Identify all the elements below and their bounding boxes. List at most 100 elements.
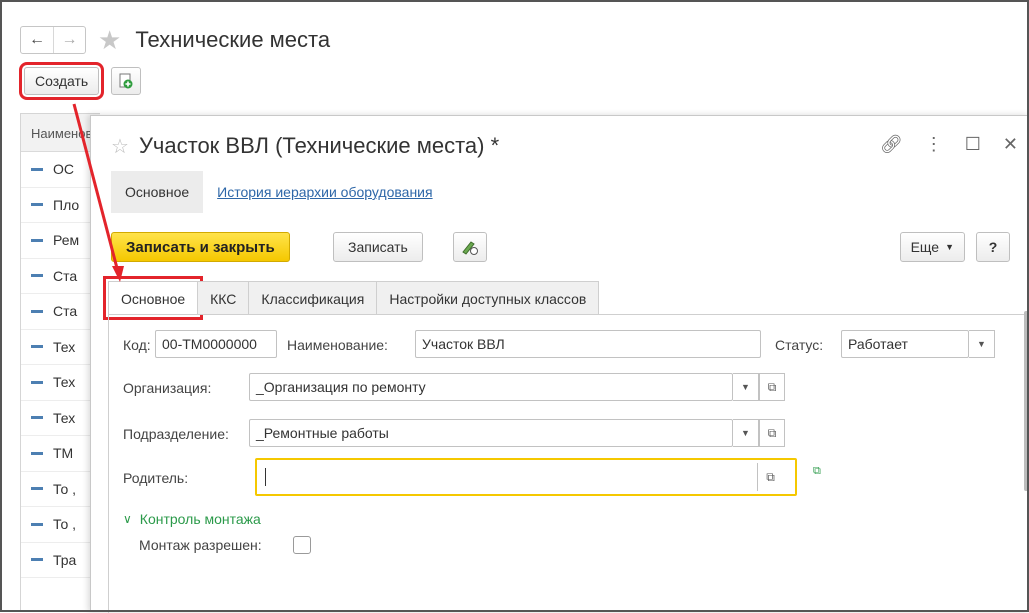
- create-folder-button[interactable]: [111, 67, 142, 95]
- code-field[interactable]: 00-ТМ0000000: [155, 330, 277, 358]
- assembly-control-label: Контроль монтажа: [139, 511, 261, 527]
- organization-label: Организация:: [123, 380, 212, 396]
- nav-buttons: ← →: [20, 26, 86, 54]
- item-marker-icon: [31, 522, 43, 526]
- list-item-label: Тех: [53, 409, 76, 426]
- chevron-down-icon[interactable]: ▼: [733, 373, 759, 401]
- list-item-label: ТМ: [53, 445, 74, 462]
- column-header-name[interactable]: Наименование: [21, 114, 100, 152]
- tab-panel-main: Код: 00-ТМ0000000 Наименование: Участок …: [108, 314, 1027, 613]
- chevron-down-icon: ∨: [123, 512, 132, 526]
- chevron-down-icon[interactable]: ▼: [733, 419, 759, 447]
- form-window: ☆ Участок ВВЛ (Технические места) * 🔗︎ ⋮…: [90, 115, 1029, 613]
- list-item[interactable]: Пло: [21, 188, 100, 223]
- item-marker-icon: [31, 345, 43, 349]
- assembly-allowed-checkbox[interactable]: [293, 536, 311, 554]
- list-item[interactable]: Тех: [21, 365, 100, 401]
- name-label: Наименование:: [287, 337, 388, 353]
- parent-field[interactable]: [255, 458, 797, 496]
- favorite-star-icon[interactable]: ☆: [111, 134, 129, 159]
- list-item[interactable]: ТМ: [21, 436, 100, 472]
- list-item-label: Пло: [53, 196, 80, 213]
- status-label: Статус:: [775, 337, 824, 353]
- code-label: Код:: [123, 337, 151, 353]
- list-item-label: ОС: [53, 161, 74, 178]
- text-cursor: [265, 468, 266, 486]
- tab-kks[interactable]: ККС: [197, 281, 250, 315]
- parent-label: Родитель:: [123, 470, 189, 486]
- list-header: ← → ★ Технические места: [20, 22, 330, 58]
- nav-main[interactable]: Основное: [111, 171, 204, 213]
- list-item-label: Тра: [53, 551, 77, 568]
- open-icon[interactable]: ⧉: [759, 419, 785, 447]
- chevron-down-icon: ▼: [945, 242, 954, 252]
- list-item-label: Ста: [53, 303, 78, 320]
- status-field[interactable]: Работает: [841, 330, 969, 358]
- save-button[interactable]: Записать: [333, 232, 423, 262]
- organization-field[interactable]: _Организация по ремонту: [249, 373, 733, 401]
- item-marker-icon: [31, 238, 43, 242]
- command-bar: Записать и закрыть Записать Еще ▼ ?: [111, 232, 1010, 262]
- more-menu-icon[interactable]: ⋮: [925, 134, 943, 155]
- list-item[interactable]: Ста: [21, 259, 100, 294]
- list-rows: ОС Пло Рем Ста Ста Тех Тех Тех ТМ То , То , Тра: [21, 152, 100, 578]
- list-item-label: Тех: [53, 374, 76, 391]
- list-toolbar: Создать: [18, 62, 142, 100]
- assembly-allowed-label: Монтаж разрешен:: [139, 537, 262, 553]
- maximize-icon[interactable]: ☐: [965, 134, 981, 155]
- item-marker-icon: [31, 451, 43, 455]
- list-item[interactable]: То ,: [21, 507, 100, 543]
- item-marker-icon: [31, 416, 43, 420]
- form-titlebar: ☆ Участок ВВЛ (Технические места) * 🔗︎ ⋮…: [91, 128, 1029, 164]
- add-copy-icon: [119, 73, 133, 89]
- favorite-star-icon[interactable]: ★: [98, 27, 121, 53]
- division-label: Подразделение:: [123, 426, 229, 442]
- open-icon[interactable]: ⧉: [759, 373, 785, 401]
- save-and-close-button[interactable]: Записать и закрыть: [111, 232, 290, 262]
- open-new-icon[interactable]: ⧉: [813, 465, 821, 478]
- link-icon[interactable]: 🔗︎: [880, 134, 903, 155]
- page-title: Технические места: [135, 27, 331, 52]
- item-marker-icon: [31, 167, 43, 171]
- list-item-label: То ,: [53, 480, 77, 497]
- back-arrow-icon[interactable]: ←: [21, 27, 53, 53]
- list-item[interactable]: ОС: [21, 152, 100, 188]
- list-item[interactable]: Ста: [21, 294, 100, 330]
- pencil-icon: [462, 241, 478, 255]
- tab-class-settings[interactable]: Настройки доступных классов: [376, 281, 600, 315]
- list-item[interactable]: Тех: [21, 401, 100, 436]
- create-button[interactable]: Создать: [18, 62, 105, 100]
- list-item[interactable]: Тра: [21, 543, 100, 578]
- list-item[interactable]: То ,: [21, 472, 100, 507]
- name-field[interactable]: Участок ВВЛ: [415, 330, 761, 358]
- vertical-scrollbar[interactable]: [1024, 311, 1029, 491]
- window-controls: 🔗︎ ⋮ ☐ ✕: [880, 134, 1018, 155]
- forward-arrow-icon[interactable]: →: [53, 27, 85, 53]
- tab-classification[interactable]: Классификация: [248, 281, 378, 315]
- item-marker-icon: [31, 487, 43, 491]
- list-table: Наименование ОС Пло Рем Ста Ста Тех Тех Тех ТМ То…: [20, 113, 100, 612]
- tab-main[interactable]: Основное: [102, 276, 204, 320]
- nav-history-link[interactable]: История иерархии оборудования: [217, 184, 432, 200]
- list-item[interactable]: Тех: [21, 330, 100, 365]
- more-button[interactable]: Еще ▼: [899, 232, 965, 262]
- open-icon[interactable]: ⧉: [757, 463, 783, 491]
- list-item[interactable]: Рем: [21, 223, 100, 259]
- list-item-label: Ста: [53, 267, 78, 284]
- list-item-label: Тех: [53, 338, 76, 355]
- list-item-label: То ,: [53, 516, 77, 533]
- form-tabs: Основное ККС Классификация Настройки дос…: [102, 276, 600, 320]
- form-title: Участок ВВЛ (Технические места) *: [138, 133, 500, 158]
- help-button[interactable]: ?: [976, 232, 1010, 262]
- chevron-down-icon[interactable]: ▼: [969, 330, 995, 358]
- item-marker-icon: [31, 380, 43, 384]
- form-navigation: Основное История иерархии оборудования: [111, 171, 433, 213]
- item-marker-icon: [31, 558, 43, 562]
- close-icon[interactable]: ✕: [1003, 134, 1018, 155]
- list-item-label: Рем: [53, 232, 80, 249]
- division-field[interactable]: _Ремонтные работы: [249, 419, 733, 447]
- item-marker-icon: [31, 203, 43, 207]
- item-marker-icon: [31, 309, 43, 313]
- assembly-control-group[interactable]: ∨ Контроль монтажа: [123, 511, 261, 527]
- edit-note-button[interactable]: [453, 232, 487, 262]
